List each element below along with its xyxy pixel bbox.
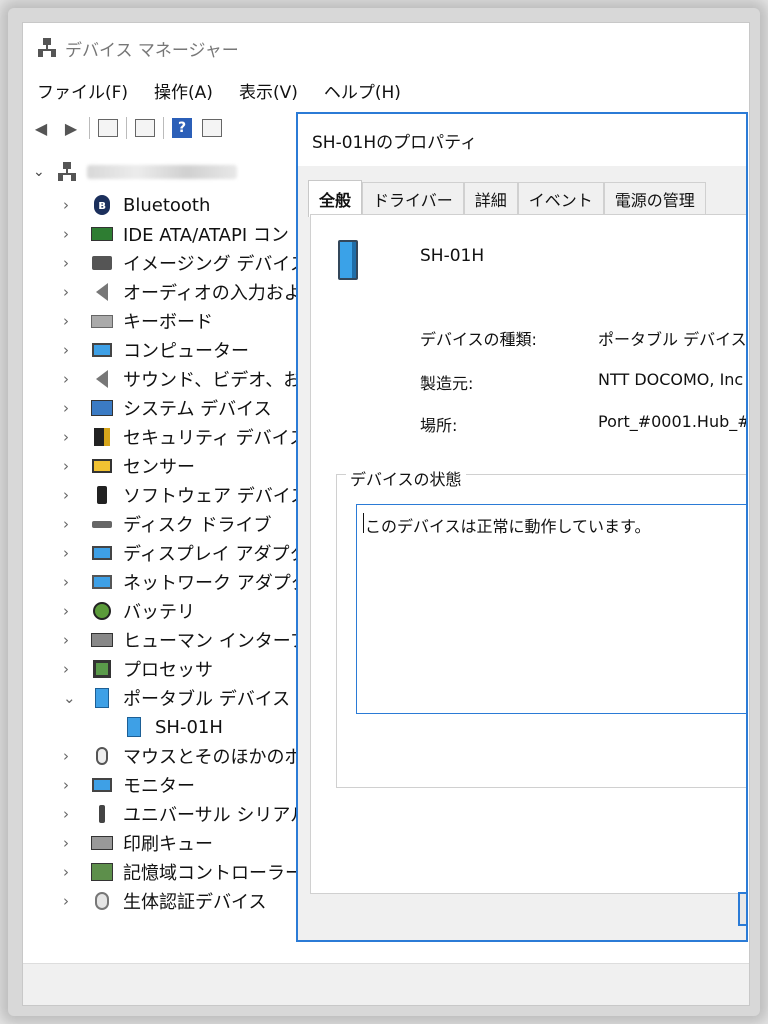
- tab-driver[interactable]: ドライバー: [362, 182, 464, 215]
- toolbar-separator: [89, 117, 90, 139]
- tab-details[interactable]: 詳細: [463, 182, 518, 215]
- monitor-icon: [91, 775, 113, 795]
- chevron-right-icon[interactable]: ›: [63, 515, 75, 533]
- camera-icon: [91, 253, 113, 273]
- chevron-right-icon[interactable]: ›: [63, 399, 75, 417]
- keyboard-icon: [91, 311, 113, 331]
- key-icon: [91, 427, 113, 447]
- device-type-value: ポータブル デバイス: [598, 330, 747, 349]
- chevron-right-icon[interactable]: ›: [63, 834, 75, 852]
- system-folder-icon: [91, 398, 113, 418]
- chevron-right-icon[interactable]: ›: [63, 573, 75, 591]
- device-type-label: デバイスの種類:: [420, 330, 537, 349]
- chevron-right-icon[interactable]: ›: [63, 660, 75, 678]
- menu-help[interactable]: ヘルプ(H): [324, 78, 401, 103]
- sensor-icon: [91, 456, 113, 476]
- chevron-right-icon[interactable]: ›: [63, 486, 75, 504]
- chevron-right-icon[interactable]: ›: [63, 892, 75, 910]
- monitor-icon: [202, 119, 222, 137]
- ide-controller-icon: [91, 224, 113, 244]
- menu-action[interactable]: 操作(A): [154, 78, 213, 103]
- chevron-right-icon[interactable]: ›: [63, 428, 75, 446]
- disk-drive-icon: [91, 514, 113, 534]
- hid-icon: [91, 630, 113, 650]
- chevron-right-icon[interactable]: ›: [63, 805, 75, 823]
- properties-button[interactable]: [133, 116, 157, 140]
- chevron-right-icon[interactable]: ›: [63, 776, 75, 794]
- arrow-left-icon[interactable]: ◀: [29, 116, 53, 140]
- dialog-title-bar: SH-01Hのプロパティ: [298, 114, 746, 166]
- tab-general[interactable]: 全般: [308, 180, 363, 217]
- chevron-right-icon[interactable]: ›: [63, 312, 75, 330]
- location-label: 場所:: [420, 416, 458, 435]
- location-value: Port_#0001.Hub_#: [598, 412, 748, 431]
- menu-file[interactable]: ファイル(F): [37, 78, 128, 103]
- portable-device-icon: [91, 688, 113, 708]
- processor-icon: [91, 659, 113, 679]
- manufacturer-label: 製造元:: [420, 374, 474, 393]
- chevron-right-icon[interactable]: ›: [63, 544, 75, 562]
- chevron-right-icon[interactable]: ›: [63, 602, 75, 620]
- battery-icon: [91, 601, 113, 621]
- device-status-group-title: デバイスの状態: [346, 466, 466, 490]
- chevron-right-icon[interactable]: ›: [63, 370, 75, 388]
- window-icon: [98, 119, 118, 137]
- menu-bar: ファイル(F) 操作(A) 表示(V) ヘルプ(H): [23, 75, 413, 105]
- properties-dialog: SH-01Hのプロパティ 全般 ドライバー 詳細 イベント 電源の管理 SH-0…: [296, 112, 748, 942]
- properties-view-button[interactable]: [96, 116, 120, 140]
- status-bar: [23, 963, 749, 1005]
- text-caret: [363, 513, 364, 533]
- computer-name-blurred: [87, 165, 237, 179]
- device-status-textbox[interactable]: このデバイスは正常に動作しています。: [356, 504, 746, 714]
- chevron-right-icon[interactable]: ›: [63, 196, 75, 214]
- tree-root-computer[interactable]: ⌄: [33, 159, 237, 185]
- manufacturer-value: NTT DOCOMO, Inc: [598, 370, 744, 389]
- device-name: SH-01H: [420, 246, 485, 266]
- device-status-text: このデバイスは正常に動作しています。: [365, 517, 651, 536]
- speaker-icon: [91, 282, 113, 302]
- monitor-icon: [91, 340, 113, 360]
- tab-power-management[interactable]: 電源の管理: [603, 182, 706, 215]
- title-bar: デバイス マネージャー: [23, 23, 749, 73]
- fingerprint-icon: [91, 891, 113, 911]
- portable-device-icon: [338, 240, 358, 280]
- computer-root-icon: [57, 162, 77, 182]
- help-icon: ?: [172, 118, 192, 138]
- scan-hardware-button[interactable]: [200, 116, 224, 140]
- display-adapter-icon: [91, 543, 113, 563]
- chevron-right-icon[interactable]: ›: [63, 457, 75, 475]
- dialog-title: SH-01Hのプロパティ: [312, 132, 478, 153]
- chevron-right-icon[interactable]: ›: [63, 747, 75, 765]
- tab-events[interactable]: イベント: [517, 182, 604, 215]
- network-adapter-icon: [91, 572, 113, 592]
- storage-controller-icon: [91, 862, 113, 882]
- help-button[interactable]: ?: [170, 116, 194, 140]
- device-manager-icon: [37, 38, 57, 58]
- chevron-right-icon[interactable]: ›: [63, 254, 75, 272]
- document-icon: [135, 119, 155, 137]
- ok-button[interactable]: [738, 892, 746, 926]
- window-title: デバイス マネージャー: [65, 40, 239, 61]
- chevron-right-icon[interactable]: ›: [63, 631, 75, 649]
- toolbar-separator: [163, 117, 164, 139]
- portable-device-icon: [123, 717, 145, 737]
- software-device-icon: [91, 485, 113, 505]
- chevron-right-icon[interactable]: ›: [63, 283, 75, 301]
- mouse-icon: [91, 746, 113, 766]
- chevron-down-icon[interactable]: ⌄: [33, 164, 47, 180]
- chevron-right-icon[interactable]: ›: [63, 341, 75, 359]
- usb-icon: [91, 804, 113, 824]
- menu-view[interactable]: 表示(V): [239, 78, 298, 103]
- chevron-right-icon[interactable]: ›: [63, 225, 75, 243]
- arrow-right-icon[interactable]: ▶: [59, 116, 83, 140]
- chevron-down-icon[interactable]: ⌄: [63, 689, 76, 707]
- bluetooth-icon: ʙ: [91, 195, 113, 215]
- toolbar-separator: [126, 117, 127, 139]
- speaker-icon: [91, 369, 113, 389]
- tab-strip: 全般 ドライバー 詳細 イベント 電源の管理: [308, 180, 706, 217]
- chevron-right-icon[interactable]: ›: [63, 863, 75, 881]
- printer-icon: [91, 833, 113, 853]
